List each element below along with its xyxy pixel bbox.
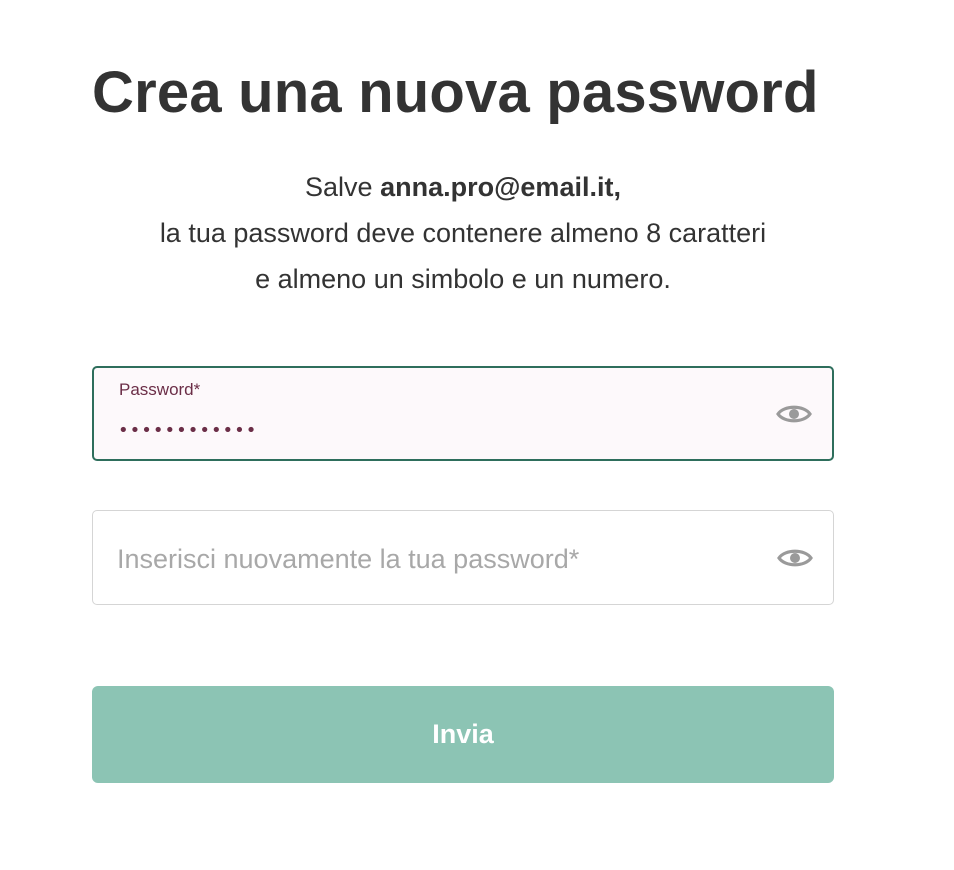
greeting-text: Salve (305, 172, 381, 202)
page-title: Crea una nuova password (92, 60, 819, 125)
intro-text: Salve anna.pro@email.it, la tua password… (92, 164, 834, 302)
greeting-line: Salve anna.pro@email.it, (92, 164, 834, 210)
password-field[interactable]: Password* (92, 366, 834, 461)
eye-icon[interactable] (776, 402, 812, 426)
requirement-line-1: la tua password deve contenere almeno 8 … (159, 218, 767, 248)
password-field-label: Password* (119, 380, 201, 399)
confirm-password-field[interactable] (92, 510, 834, 605)
requirement-line-2: e almeno un simbolo e un numero. (255, 264, 671, 294)
submit-button[interactable]: Invia (92, 686, 834, 783)
user-email: anna.pro@email.it, (380, 172, 621, 202)
confirm-password-input[interactable] (113, 537, 761, 581)
eye-icon[interactable] (777, 546, 813, 570)
password-input[interactable] (114, 412, 742, 448)
